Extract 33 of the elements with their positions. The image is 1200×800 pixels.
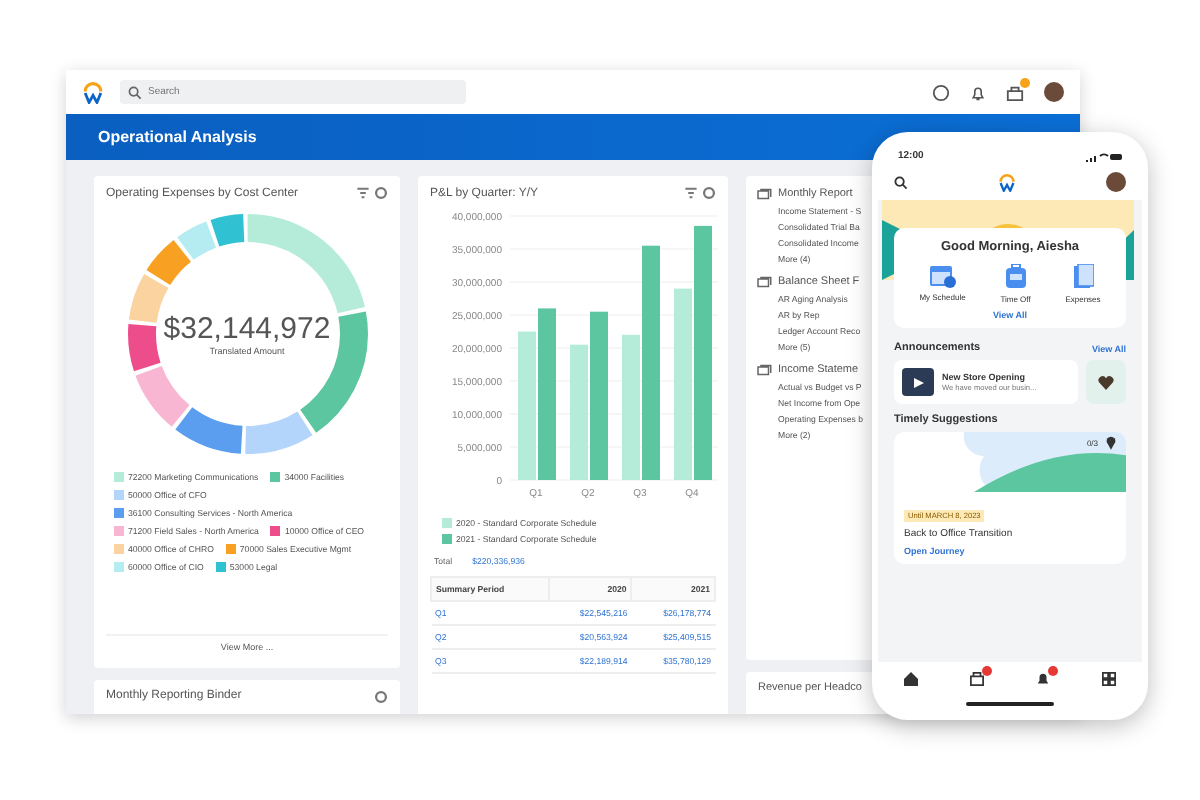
report-icon (756, 364, 772, 376)
grid-icon[interactable] (1102, 671, 1116, 685)
home-indicator (966, 702, 1054, 706)
report-icon (756, 188, 772, 200)
logo-icon (998, 173, 1016, 191)
avatar-icon[interactable] (1106, 172, 1126, 192)
search-icon (128, 85, 142, 99)
chat-icon[interactable] (932, 83, 950, 101)
heart-icon (1097, 375, 1114, 389)
total-amount: $32,144,972 (163, 312, 331, 346)
report-icon (756, 276, 772, 288)
page-title: Operational Analysis (98, 128, 257, 146)
settings-icon[interactable] (374, 186, 388, 200)
video-thumbnail-placeholder (902, 368, 934, 396)
filter-icon[interactable] (684, 186, 698, 200)
settings-icon[interactable] (374, 690, 388, 704)
luggage-icon (1005, 264, 1026, 290)
home-icon[interactable] (904, 671, 918, 685)
bell-icon[interactable] (970, 83, 986, 101)
bell-icon[interactable] (1036, 671, 1050, 685)
search-icon[interactable] (894, 175, 908, 189)
logo-icon (82, 81, 104, 103)
location-pin-icon (1106, 436, 1116, 450)
chart-bar (570, 344, 588, 480)
inbox-icon[interactable] (1006, 83, 1024, 101)
calendar-icon (929, 264, 956, 288)
inbox-icon[interactable] (970, 671, 984, 685)
document-icon (1073, 264, 1093, 290)
signal-battery-icon (1086, 151, 1122, 161)
filter-icon[interactable] (356, 186, 370, 200)
avatar-icon[interactable] (1044, 82, 1064, 102)
announcement-card[interactable] (1085, 360, 1126, 404)
settings-icon[interactable] (702, 186, 716, 200)
